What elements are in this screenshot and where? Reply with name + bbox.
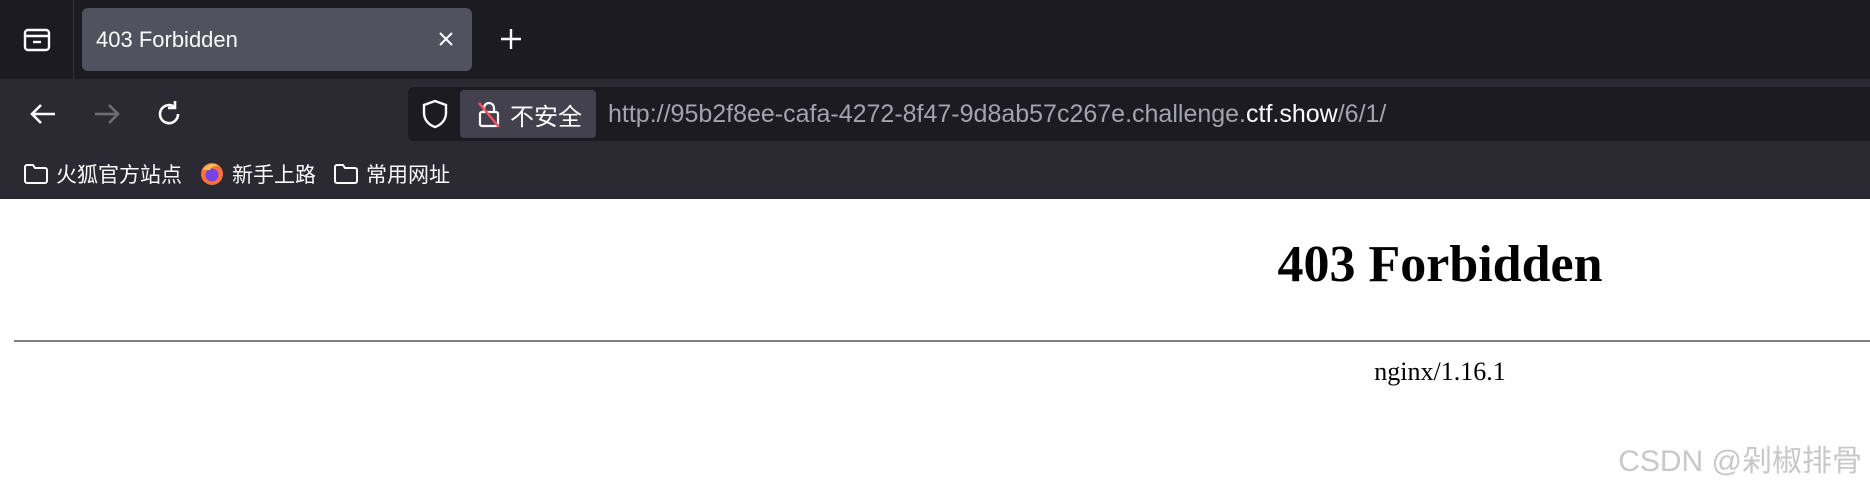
new-tab-button[interactable] [494,22,528,56]
bookmark-label: 火狐官方站点 [56,164,182,187]
tab-active[interactable]: 403 Forbidden [82,8,472,71]
nav-bar: 不安全 http://95b2f8ee-cafa-4272-8f47-9d8ab… [0,79,1870,149]
url-text[interactable]: http://95b2f8ee-cafa-4272-8f47-9d8ab57c2… [608,87,1386,141]
reload-button[interactable] [148,93,190,135]
connection-security-indicator[interactable]: 不安全 [460,90,596,138]
reload-icon [158,101,180,125]
tab-title: 403 Forbidden [96,27,238,52]
url-prefix: http://95b2f8ee-cafa-4272-8f47-9d8ab57c2… [608,100,1247,128]
tracking-protection-shield-icon[interactable] [420,99,450,129]
bookmark-folder-firefox-official[interactable]: 火狐官方站点 [14,154,190,194]
tab-manager-button[interactable] [0,0,74,79]
url-host: ctf.show [1246,100,1338,128]
server-signature: nginx/1.16.1 [1374,357,1506,386]
forward-button[interactable] [86,93,128,135]
folder-icon [22,160,50,188]
folder-icon [332,160,360,188]
tab-strip: 403 Forbidden [0,0,1870,79]
bookmark-label: 新手上路 [232,164,316,187]
tab-list-icon [23,28,50,51]
firefox-logo-icon [198,160,226,188]
bookmark-getting-started[interactable]: 新手上路 [190,154,324,194]
insecure-lock-icon [474,99,504,129]
bookmarks-bar: 火狐官方站点 新手上路 常用网址 [0,149,1870,199]
insecure-label: 不安全 [510,103,582,131]
bookmark-label: 常用网址 [366,164,450,187]
url-path: /6/1/ [1337,100,1387,128]
bookmark-folder-common-sites[interactable]: 常用网址 [324,154,458,194]
watermark: CSDN @剁椒排骨 [1618,445,1862,478]
forward-arrow-icon [95,104,120,124]
back-button[interactable] [22,93,64,135]
page-heading: 403 Forbidden [1277,236,1603,293]
page-content: 403 Forbidden nginx/1.16.1 CSDN @剁椒排骨 [0,199,1870,491]
horizontal-rule [14,340,1870,342]
close-icon[interactable] [434,27,458,51]
url-bar[interactable]: 不安全 http://95b2f8ee-cafa-4272-8f47-9d8ab… [408,87,1870,141]
back-arrow-icon [30,104,55,124]
plus-icon [501,29,521,49]
